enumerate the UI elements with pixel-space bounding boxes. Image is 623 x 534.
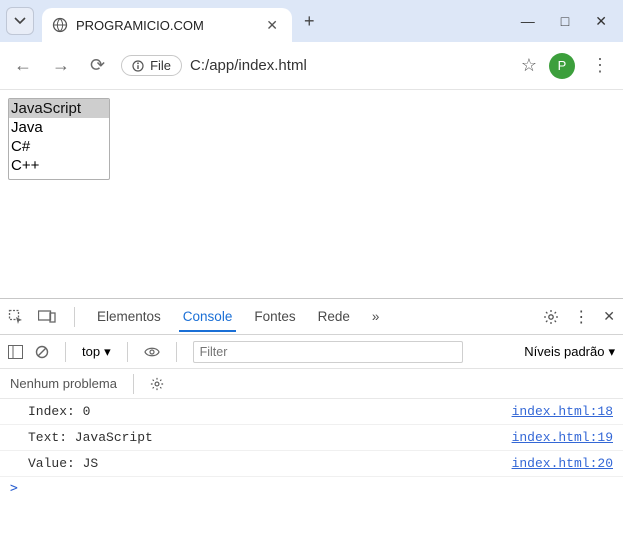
console-output[interactable]: Index: 0 index.html:18 Text: JavaScript ind… (0, 399, 623, 534)
log-message: Index: 0 (28, 404, 90, 419)
tab-close-button[interactable]: ✕ (262, 17, 282, 34)
caret-down-icon: ▾ (608, 344, 615, 360)
console-prompt[interactable]: > (0, 477, 623, 500)
divider (74, 307, 75, 327)
new-tab-button[interactable]: + (292, 11, 327, 32)
globe-icon (52, 17, 68, 33)
tab-elements[interactable]: Elementos (93, 301, 165, 332)
browser-titlebar: PROGRAMICIO.COM ✕ + — □ ✕ (0, 0, 623, 42)
chevron-down-icon (14, 15, 26, 27)
tab-console[interactable]: Console (179, 301, 237, 332)
page-content: JavaScriptJavaC#C++ (0, 90, 623, 298)
context-label: top (82, 344, 100, 359)
log-levels-selector[interactable]: Níveis padrão ▾ (524, 344, 615, 360)
divider (176, 342, 177, 362)
issues-bar: Nenhum problema (0, 369, 623, 399)
tab-sources[interactable]: Fontes (250, 301, 299, 332)
caret-down-icon: ▾ (104, 344, 111, 360)
live-expression-button[interactable] (144, 346, 160, 358)
log-message: Value: JS (28, 456, 98, 471)
reload-button[interactable]: ⟳ (86, 51, 109, 80)
clear-icon (35, 345, 49, 359)
divider (127, 342, 128, 362)
console-log-row: Text: JavaScript index.html:19 (0, 425, 623, 451)
inspect-icon[interactable] (8, 309, 24, 325)
console-toolbar: top ▾ Níveis padrão ▾ (0, 335, 623, 369)
levels-label: Níveis padrão (524, 344, 604, 359)
browser-menu-button[interactable]: ⋮ (587, 51, 613, 80)
device-toggle-icon[interactable] (38, 310, 56, 324)
select-option[interactable]: C# (9, 137, 109, 156)
select-option[interactable]: Java (9, 118, 109, 137)
eye-icon (144, 346, 160, 358)
devtools-panel: Elementos Console Fontes Rede » ⋮ ✕ top … (0, 298, 623, 534)
log-source-link[interactable]: index.html:19 (512, 430, 613, 445)
gear-icon (543, 309, 559, 325)
back-button[interactable]: ← (10, 51, 36, 80)
select-option[interactable]: C++ (9, 156, 109, 175)
divider (65, 342, 66, 362)
url-text: C:/app/index.html (190, 57, 307, 74)
log-source-link[interactable]: index.html:20 (512, 456, 613, 471)
issues-text: Nenhum problema (10, 376, 117, 391)
divider (133, 374, 134, 394)
info-icon (132, 60, 144, 72)
tab-title: PROGRAMICIO.COM (76, 18, 254, 33)
window-minimize-button[interactable]: — (521, 13, 535, 30)
console-clear-button[interactable] (35, 345, 49, 359)
browser-tab[interactable]: PROGRAMICIO.COM ✕ (42, 8, 292, 42)
address-bar[interactable]: File C:/app/index.html (121, 55, 509, 76)
console-filter-input[interactable] (193, 341, 463, 363)
devtools-tabbar: Elementos Console Fontes Rede » ⋮ ✕ (0, 299, 623, 335)
window-controls: — □ ✕ (521, 13, 617, 30)
console-context-selector[interactable]: top ▾ (82, 344, 111, 360)
window-close-button[interactable]: ✕ (595, 13, 607, 30)
browser-toolbar: ← → ⟳ File C:/app/index.html ☆ P ⋮ (0, 42, 623, 90)
tabs-overflow-button[interactable]: » (368, 301, 384, 332)
window-maximize-button[interactable]: □ (561, 13, 569, 30)
forward-button[interactable]: → (48, 51, 74, 80)
devtools-close-button[interactable]: ✕ (603, 308, 615, 325)
tabs-dropdown-button[interactable] (6, 7, 34, 35)
log-message: Text: JavaScript (28, 430, 153, 445)
file-origin-chip[interactable]: File (121, 55, 182, 76)
console-log-row: Value: JS index.html:20 (0, 451, 623, 477)
tab-network[interactable]: Rede (314, 301, 354, 332)
devtools-settings-button[interactable] (543, 309, 559, 325)
select-option[interactable]: JavaScript (9, 99, 109, 118)
devtools-menu-button[interactable]: ⋮ (573, 307, 589, 327)
profile-avatar-button[interactable]: P (549, 53, 575, 79)
gear-icon (150, 377, 164, 391)
console-log-row: Index: 0 index.html:18 (0, 399, 623, 425)
language-select[interactable]: JavaScriptJavaC#C++ (8, 98, 110, 180)
bookmark-star-button[interactable]: ☆ (521, 55, 537, 76)
log-source-link[interactable]: index.html:18 (512, 404, 613, 419)
console-sidebar-toggle[interactable] (8, 345, 23, 359)
console-settings-button[interactable] (150, 377, 164, 391)
file-chip-label: File (150, 58, 171, 73)
